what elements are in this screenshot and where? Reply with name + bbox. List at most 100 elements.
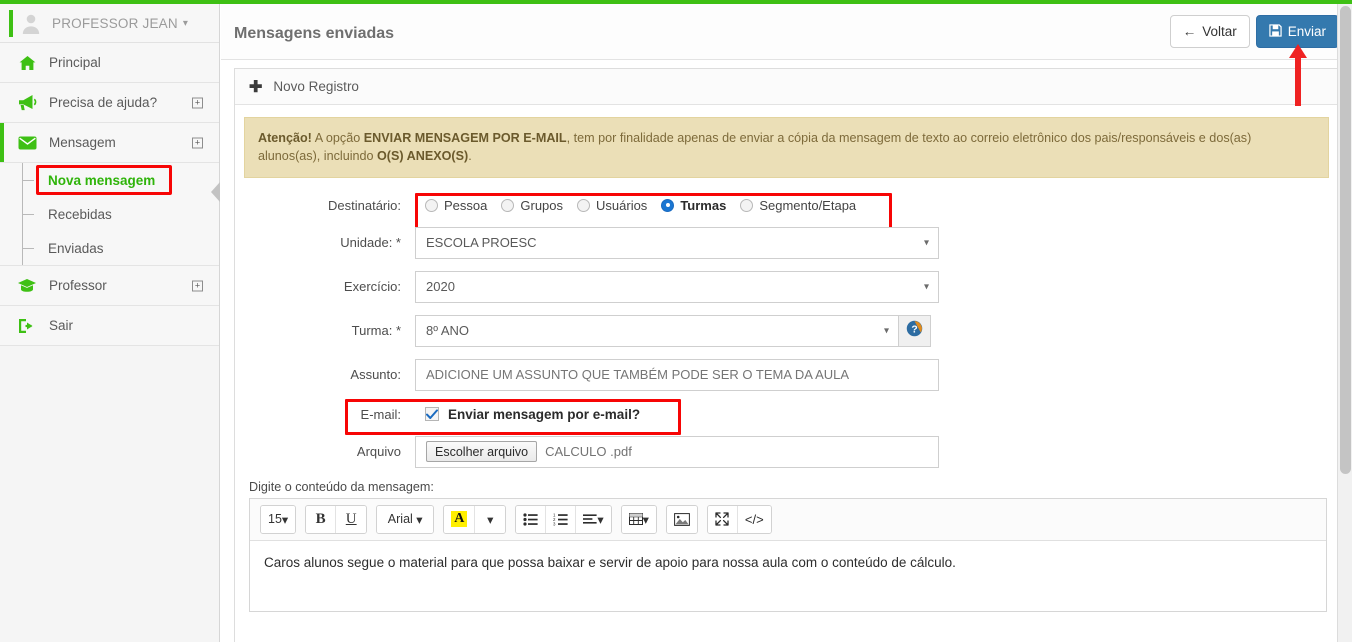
- tree-tick: [22, 180, 34, 181]
- sidebar-item-principal[interactable]: Principal: [0, 43, 219, 83]
- expand-icon[interactable]: +: [192, 137, 203, 148]
- warning-alert: Atenção! A opção ENVIAR MENSAGEM POR E-M…: [244, 117, 1329, 178]
- align-dropdown[interactable]: ▾: [576, 505, 611, 533]
- ordered-list-button[interactable]: 1 2 3: [546, 505, 577, 533]
- font-family-value: Arial: [387, 512, 413, 526]
- chevron-down-icon[interactable]: ▾: [183, 18, 188, 29]
- editor-content-area[interactable]: Caros alunos segue o material para que p…: [250, 540, 1326, 611]
- sidebar-item-nova-mensagem[interactable]: Nova mensagem: [0, 163, 219, 197]
- application-root: PROFESSOR JEAN ▾ Principal Precisa de aj…: [0, 0, 1352, 642]
- home-icon: [16, 55, 38, 71]
- toolbar-group-font: Arial ▾: [376, 504, 435, 534]
- message-form: Destinatário: Pessoa Grupos Usuários Tur…: [235, 192, 1338, 468]
- insert-image-button[interactable]: [666, 505, 697, 533]
- radio-option-grupos-label: Grupos: [520, 197, 564, 213]
- svg-text:3: 3: [553, 521, 556, 525]
- sidebar-item-enviadas[interactable]: Enviadas: [0, 231, 219, 265]
- annotation-arrow-to-submit: [1288, 44, 1308, 111]
- arquivo-file-input[interactable]: Escolher arquivo CALCULO .pdf: [415, 435, 939, 468]
- page-header-actions: ← Voltar Enviar: [1169, 15, 1339, 48]
- radio-option-grupos[interactable]: Grupos: [501, 198, 563, 213]
- radio-option-segmento-etapa-label: Segmento/Etapa: [759, 197, 857, 213]
- choose-file-button[interactable]: Escolher arquivo: [426, 441, 538, 462]
- radio-option-turmas[interactable]: Turmas: [661, 198, 726, 213]
- radio-option-pessoa[interactable]: Pessoa: [425, 198, 487, 213]
- avatar: [20, 12, 42, 34]
- vertical-scrollbar[interactable]: [1337, 4, 1352, 642]
- save-icon: [1269, 24, 1282, 40]
- page-header: Mensagens enviadas ← Voltar Enviar: [221, 4, 1352, 60]
- underline-button[interactable]: U: [336, 505, 367, 533]
- radio-icon[interactable]: [740, 198, 754, 212]
- toolbar-group-lists: 1 2 3 ▾: [515, 504, 612, 534]
- highlight-a-icon: A: [451, 511, 468, 527]
- sidebar-item-mensagem[interactable]: Mensagem +: [0, 123, 219, 163]
- radio-icon[interactable]: [501, 198, 515, 212]
- submit-button-label: Enviar: [1287, 23, 1326, 39]
- unidade-label-text: Unidade: *: [340, 235, 401, 250]
- exercicio-select[interactable]: 2020: [415, 270, 939, 303]
- email-label: E-mail:: [360, 406, 401, 422]
- envelope-icon: [16, 136, 38, 150]
- alert-text-1: A opção: [311, 131, 364, 145]
- radio-option-usuarios-label: Usuários: [596, 197, 648, 213]
- sidebar-item-professor[interactable]: Professor +: [0, 266, 219, 306]
- sidebar-user-row[interactable]: PROFESSOR JEAN ▾: [0, 4, 219, 43]
- back-button[interactable]: ← Voltar: [1169, 15, 1250, 48]
- form-row-assunto: Assunto:: [235, 358, 1338, 391]
- form-row-arquivo: Arquivo Escolher arquivo CALCULO .pdf: [235, 435, 1338, 468]
- radio-icon[interactable]: [425, 198, 438, 212]
- scrollbar-thumb[interactable]: [1340, 6, 1351, 474]
- sidebar-item-recebidas-label: Recebidas: [48, 206, 112, 222]
- exercicio-label: Exercício:: [343, 279, 401, 294]
- chosen-file-name: CALCULO .pdf: [545, 444, 632, 459]
- table-dropdown[interactable]: ▾: [621, 505, 656, 533]
- expand-icon[interactable]: +: [192, 280, 203, 291]
- unidade-label: Unidade: *: [235, 235, 415, 250]
- sidebar-item-professor-label: Professor: [49, 278, 107, 293]
- radio-option-usuarios[interactable]: Usuários: [577, 198, 647, 213]
- user-name-label: PROFESSOR JEAN: [52, 15, 178, 31]
- question-circle-icon: ?: [906, 320, 923, 342]
- sidebar-item-principal-label: Principal: [49, 55, 101, 70]
- bold-button[interactable]: B: [306, 505, 337, 533]
- form-row-unidade: Unidade: * ESCOLA PROESC: [235, 226, 1338, 259]
- sidebar-item-precisa-de-ajuda[interactable]: Precisa de ajuda? +: [0, 83, 219, 123]
- text-color-dropdown[interactable]: ▾: [475, 505, 506, 533]
- fullscreen-button[interactable]: [707, 505, 738, 533]
- expand-icon[interactable]: +: [192, 97, 203, 108]
- alert-text-3: .: [468, 149, 472, 164]
- turma-select[interactable]: 8º ANO: [415, 314, 899, 347]
- email-checkbox-wrap[interactable]: Enviar mensagem por e-mail?: [415, 403, 650, 426]
- radio-icon[interactable]: [577, 198, 591, 212]
- text-highlight-button[interactable]: A: [444, 505, 476, 533]
- radio-option-turmas-label: Turmas: [680, 197, 727, 213]
- unordered-list-button[interactable]: [516, 505, 547, 533]
- assunto-label: Assunto:: [350, 367, 401, 382]
- chevron-down-icon: ▾: [281, 512, 289, 527]
- arrow-left-icon: ←: [1182, 23, 1197, 39]
- panel-header[interactable]: ✚ Novo Registro: [235, 69, 1338, 105]
- assunto-input[interactable]: [415, 358, 939, 391]
- email-checkbox-label: Enviar mensagem por e-mail?: [448, 406, 641, 422]
- sidebar-item-sair[interactable]: Sair: [0, 306, 219, 346]
- radio-option-segmento-etapa[interactable]: Segmento/Etapa: [740, 198, 856, 213]
- svg-text:?: ?: [911, 324, 917, 335]
- font-size-dropdown[interactable]: 15 ▾: [261, 505, 296, 533]
- chevron-down-icon: ▾: [487, 512, 494, 527]
- rich-text-editor: 15 ▾ B U Arial ▾ A ▾ 1 2 3 ▾ ▾ </> Caros…: [249, 497, 1327, 612]
- source-code-button[interactable]: </>: [737, 505, 771, 533]
- toolbar-group-size: 15 ▾: [260, 504, 297, 534]
- main-content: Mensagens enviadas ← Voltar Enviar ✚ Nov…: [221, 4, 1352, 642]
- radio-icon-selected[interactable]: [661, 198, 675, 212]
- graduation-cap-icon: [16, 278, 38, 293]
- email-checkbox[interactable]: [425, 407, 439, 421]
- turma-help-button[interactable]: ?: [899, 314, 931, 347]
- top-green-accent-bar: [0, 0, 1352, 4]
- user-accent-bar: [9, 10, 13, 37]
- novo-registro-panel: ✚ Novo Registro Atenção! A opção ENVIAR …: [234, 68, 1339, 642]
- font-family-dropdown[interactable]: Arial ▾: [377, 505, 434, 533]
- destinatario-radio-group: Pessoa Grupos Usuários Turmas Segmento/E…: [415, 194, 866, 217]
- sidebar-item-recebidas[interactable]: Recebidas: [0, 197, 219, 231]
- unidade-select[interactable]: ESCOLA PROESC: [415, 226, 939, 259]
